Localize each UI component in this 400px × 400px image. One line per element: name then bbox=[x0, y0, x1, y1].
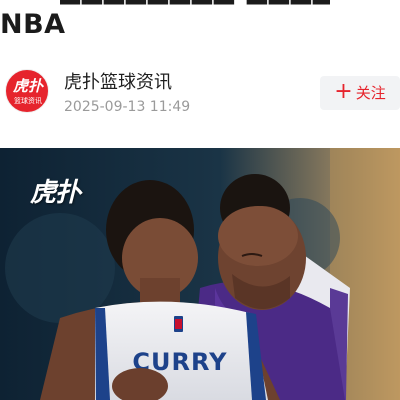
post-timestamp: 2025-09-13 11:49 bbox=[64, 99, 191, 115]
author-avatar[interactable]: 虎扑 篮球资讯 bbox=[5, 69, 49, 113]
follow-button-label: 关注 bbox=[355, 84, 386, 102]
author-row: 虎扑 篮球资讯 虎扑篮球资讯 2025-09-13 11:49 + 关注 bbox=[0, 68, 400, 118]
author-name[interactable]: 虎扑篮球资讯 bbox=[64, 72, 172, 94]
follow-button[interactable]: + 关注 bbox=[320, 76, 400, 110]
avatar-sub-text: 篮球资讯 bbox=[14, 97, 42, 105]
cut-off-title-line: ▂▂▂▂▂▂▂▂ ▂▂▂▂▂ bbox=[60, 0, 330, 8]
article-photo[interactable]: CURRY 虎扑 bbox=[0, 148, 400, 400]
plus-icon: + bbox=[334, 79, 353, 104]
article-title: NBA bbox=[0, 9, 66, 40]
hupu-watermark: 虎扑 bbox=[30, 178, 81, 208]
avatar-logo-text: 虎扑 bbox=[12, 77, 43, 95]
